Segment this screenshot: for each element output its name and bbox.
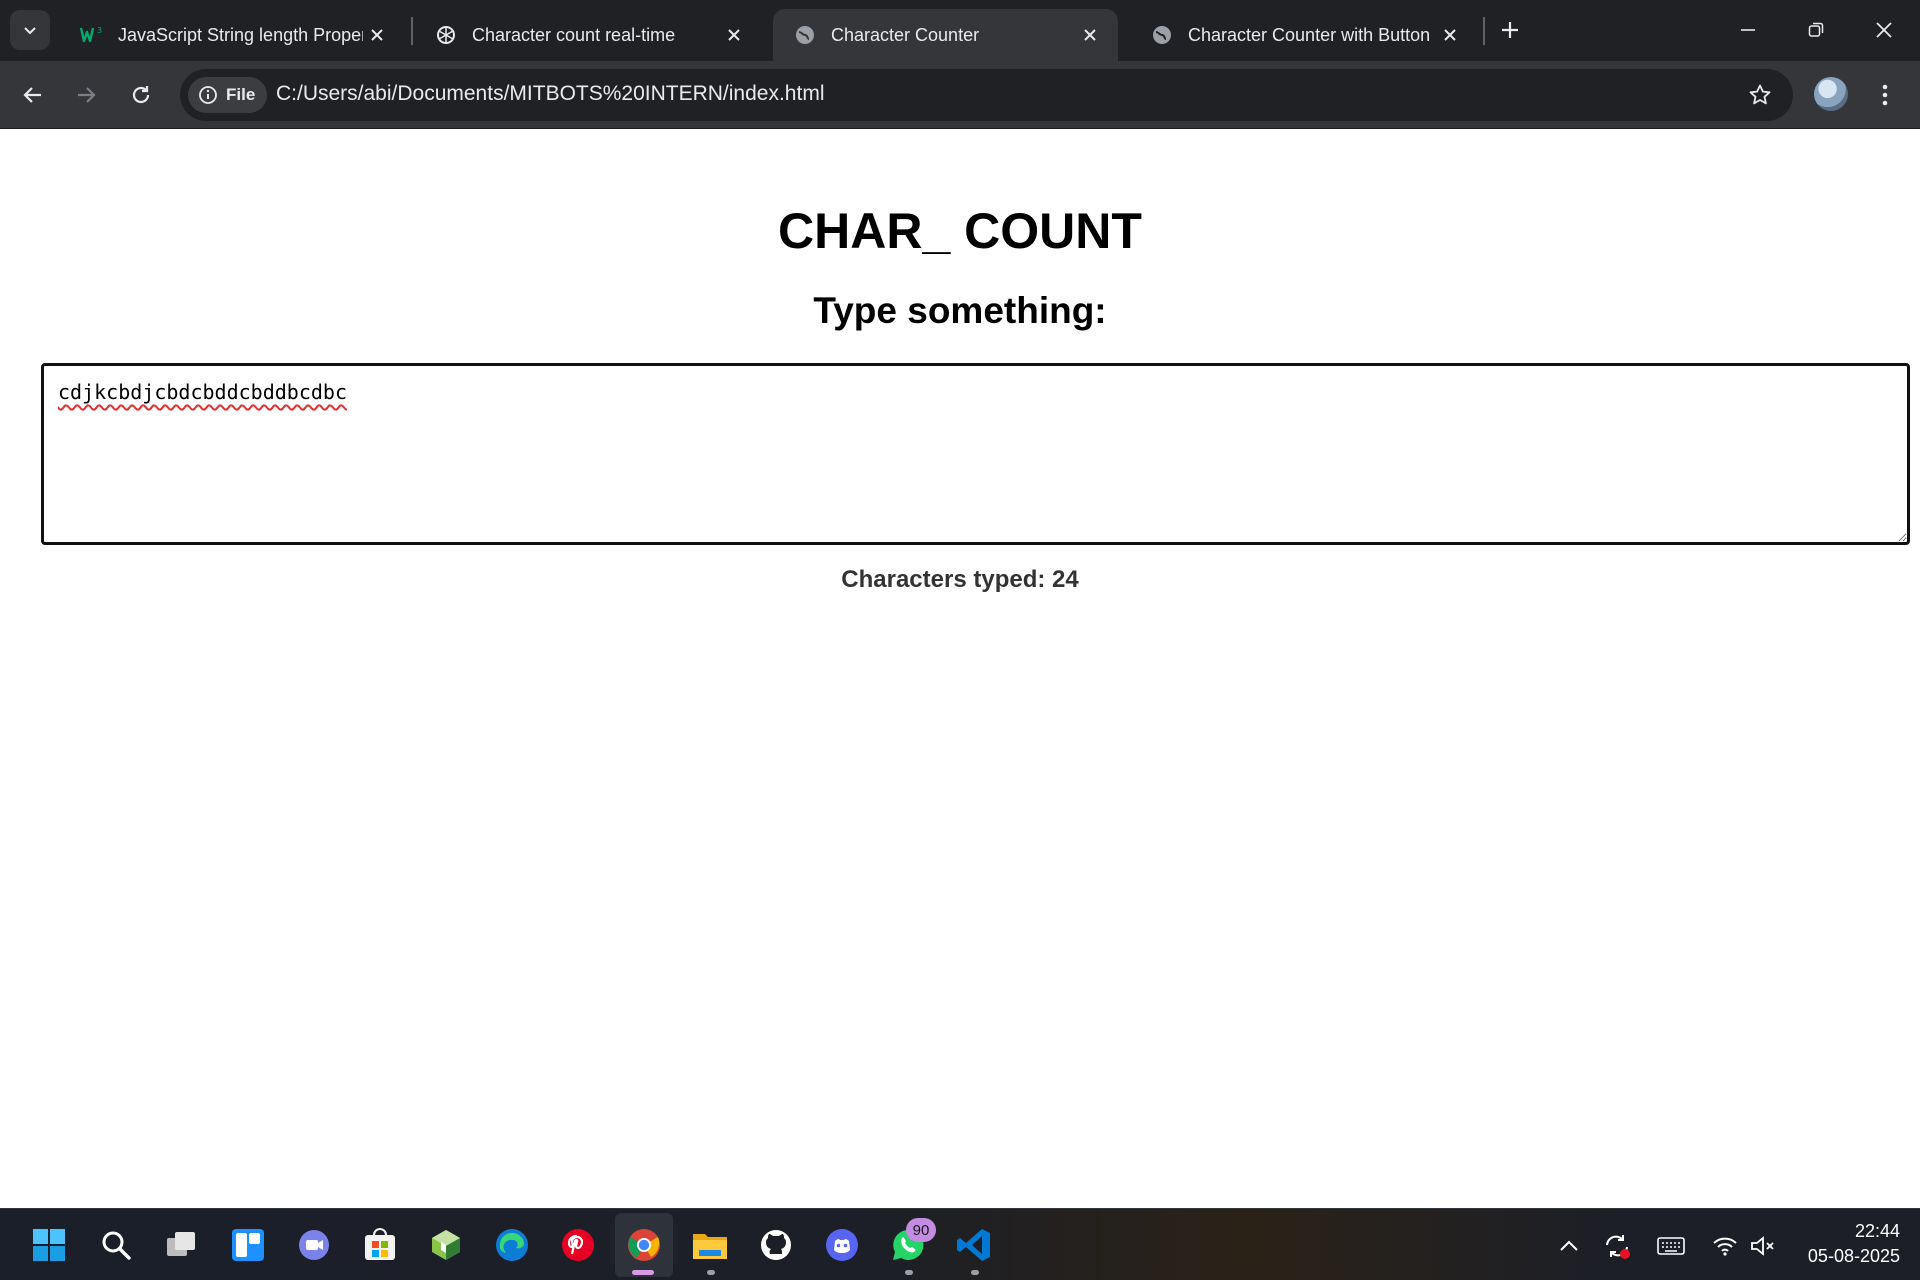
tab-title: JavaScript String length Propert: [118, 24, 363, 45]
tab-search-button[interactable]: [10, 10, 50, 50]
discord-icon: [826, 1229, 858, 1261]
character-count: Characters typed: 24: [841, 566, 1079, 593]
menu-button[interactable]: [1872, 75, 1898, 115]
store-button[interactable]: [360, 1225, 400, 1265]
url-text[interactable]: C:/Users/abi/Documents/MITBOTS%20INTERN/…: [276, 82, 824, 106]
tab-divider: [411, 17, 413, 45]
cube-icon: [432, 1230, 460, 1260]
pinterest-icon: [562, 1229, 594, 1261]
reload-button[interactable]: [121, 75, 161, 115]
edge-button[interactable]: [492, 1225, 532, 1265]
info-icon: [199, 86, 217, 104]
chevron-down-icon: [24, 27, 36, 35]
sync-icon: [1606, 1235, 1630, 1259]
profile-avatar[interactable]: [1814, 77, 1848, 111]
keyboard-icon: [1657, 1237, 1685, 1255]
teams-button[interactable]: [294, 1225, 334, 1265]
taskbar: 22:44 05-08-2025: [0, 1208, 1920, 1280]
tab-chatgpt[interactable]: Character count real-time: [414, 9, 762, 61]
close-icon[interactable]: [1436, 21, 1464, 49]
teams-icon: [299, 1230, 329, 1260]
chatgpt-icon: [434, 23, 458, 47]
w3schools-icon: 3: [80, 23, 104, 47]
web-page: CHAR_ COUNT Type something: Characters t…: [0, 130, 1920, 1208]
new-tab-button[interactable]: [1494, 14, 1526, 46]
close-icon: [1876, 22, 1892, 38]
keyboard-button[interactable]: [1656, 1231, 1686, 1261]
page-subtitle: Type something:: [813, 290, 1107, 331]
vscode-running-indicator: [971, 1270, 979, 1275]
address-bar[interactable]: File C:/Users/abi/Documents/MITBOTS%20IN…: [180, 69, 1793, 121]
store-icon: [365, 1228, 395, 1260]
text-input[interactable]: [41, 363, 1910, 545]
tab-title: Character count real-time: [472, 24, 676, 45]
explorer-running-indicator: [707, 1270, 715, 1275]
close-icon[interactable]: [363, 21, 391, 49]
site-info-chip[interactable]: File: [188, 77, 268, 113]
page-title: CHAR_ COUNT: [778, 203, 1142, 259]
browser-titlebar: 3 JavaScript String length Propert Chara…: [0, 0, 1920, 61]
bookmark-button[interactable]: [1745, 80, 1775, 110]
browser-toolbar: File C:/Users/abi/Documents/MITBOTS%20IN…: [0, 61, 1920, 129]
tab-character-counter-button[interactable]: Character Counter with Button: [1130, 9, 1478, 61]
close-icon[interactable]: [720, 21, 748, 49]
volume-muted-icon: [1751, 1236, 1774, 1256]
tab-divider: [1483, 17, 1485, 45]
vscode-icon: [957, 1229, 990, 1261]
discord-button[interactable]: [822, 1225, 862, 1265]
forward-button[interactable]: [66, 75, 106, 115]
search-button[interactable]: [96, 1225, 136, 1265]
tab-character-counter[interactable]: Character Counter: [773, 9, 1118, 61]
widgets-icon: [232, 1229, 264, 1261]
star-icon: [1749, 84, 1771, 105]
system-clock[interactable]: 22:44 05-08-2025: [1790, 1219, 1900, 1269]
whatsapp-running-indicator: [905, 1270, 913, 1275]
tab-w3schools[interactable]: 3 JavaScript String length Propert: [60, 9, 405, 61]
show-hidden-icons-button[interactable]: [1554, 1231, 1584, 1261]
github-icon: [761, 1230, 791, 1260]
svg-text:3: 3: [97, 26, 102, 35]
folder-icon: [693, 1234, 727, 1259]
whatsapp-unread-badge: 90: [906, 1218, 936, 1242]
wifi-status[interactable]: [1710, 1231, 1740, 1261]
restore-icon: [1808, 22, 1824, 37]
chip-label: File: [226, 85, 256, 104]
minimize-icon: [1741, 29, 1755, 31]
globe-icon: [1150, 23, 1174, 47]
widgets-button[interactable]: [228, 1225, 268, 1265]
arrow-left-icon: [23, 87, 41, 103]
restore-button[interactable]: [1782, 0, 1850, 60]
more-vert-icon: [1882, 84, 1888, 106]
arrow-right-icon: [78, 87, 96, 103]
edge-icon: [496, 1229, 528, 1261]
task-view-button[interactable]: [162, 1225, 202, 1265]
task-view-icon: [167, 1232, 195, 1256]
start-button[interactable]: [29, 1225, 69, 1265]
vscode-button[interactable]: [954, 1225, 994, 1265]
plus-icon: [1502, 22, 1518, 38]
chevron-up-icon: [1560, 1240, 1578, 1251]
volume-status[interactable]: [1748, 1231, 1778, 1261]
globe-icon: [793, 23, 817, 47]
sync-status[interactable]: [1602, 1231, 1632, 1261]
chrome-running-indicator: [632, 1270, 654, 1275]
pinterest-button[interactable]: [558, 1225, 598, 1265]
wifi-icon: [1713, 1237, 1737, 1256]
box-app-button[interactable]: [426, 1225, 466, 1265]
file-explorer-button[interactable]: [690, 1225, 730, 1265]
chrome-button[interactable]: [624, 1225, 664, 1265]
back-button[interactable]: [13, 75, 53, 115]
close-window-button[interactable]: [1850, 0, 1918, 60]
github-button[interactable]: [756, 1225, 796, 1265]
chrome-icon: [628, 1229, 660, 1261]
clock-date: 05-08-2025: [1807, 1246, 1900, 1266]
reload-icon: [132, 86, 150, 104]
close-icon[interactable]: [1076, 21, 1104, 49]
search-icon: [102, 1231, 131, 1260]
tab-title: Character Counter: [831, 24, 980, 45]
windows-icon: [33, 1229, 65, 1261]
minimize-button[interactable]: [1714, 0, 1782, 60]
tab-title: Character Counter with Button: [1188, 24, 1431, 45]
clock-time: 22:44: [1854, 1221, 1900, 1241]
